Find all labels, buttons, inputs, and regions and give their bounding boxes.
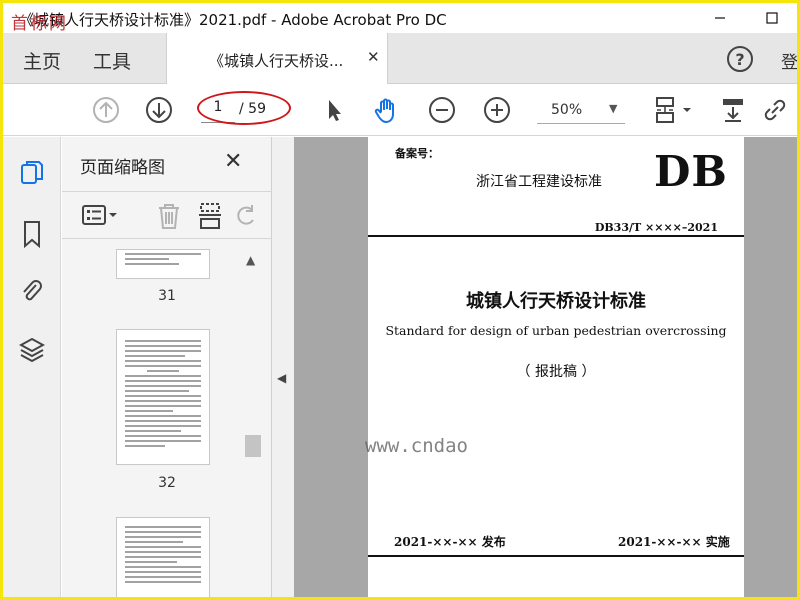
collapse-panel-icon[interactable]: ◀ xyxy=(277,371,286,385)
extract-pages-icon[interactable] xyxy=(198,202,222,230)
close-panel-icon[interactable]: ✕ xyxy=(224,149,242,174)
panel-toolbar xyxy=(62,191,272,239)
minimize-icon xyxy=(715,17,725,19)
standard-number: DB33/T ××××–2021 xyxy=(594,221,718,234)
help-icon[interactable]: ? xyxy=(727,46,753,72)
maximize-button[interactable] xyxy=(749,3,795,33)
thumbnail-page-33[interactable] xyxy=(116,517,210,597)
thumbnail-scrollbar[interactable]: ▲ xyxy=(244,247,262,597)
panel-title: 页面缩略图 xyxy=(80,158,165,178)
zoom-out-icon[interactable] xyxy=(428,96,456,124)
link-icon[interactable] xyxy=(761,96,789,124)
watermark-site: www.cndao xyxy=(365,435,468,457)
thumbnail-page-31[interactable] xyxy=(116,249,210,279)
title-bar: 《城镇人行天桥设计标准》2021.pdf - Adobe Acrobat Pro… xyxy=(3,3,797,34)
document-tab-label: 《城镇人行天桥设... xyxy=(209,52,344,70)
hand-tool-icon[interactable] xyxy=(372,96,400,124)
draft-label: （ 报批稿 ） xyxy=(516,364,596,380)
panel-collapse-strip: ◀ xyxy=(272,137,294,597)
thumbnail-label-31: 31 xyxy=(158,288,176,304)
close-tab-icon[interactable]: ✕ xyxy=(367,48,380,66)
maximize-icon xyxy=(766,12,778,24)
delete-icon[interactable] xyxy=(156,202,182,230)
pdf-page: 备案号： 浙江省工程建设标准 DB DB33/T ××××–2021 城镇人行天… xyxy=(368,137,744,597)
rotate-icon[interactable] xyxy=(234,202,258,230)
read-mode-icon[interactable] xyxy=(719,96,747,124)
issue-date: 2021-××-×× 发布 xyxy=(394,535,506,549)
app-window: 《城镇人行天桥设计标准》2021.pdf - Adobe Acrobat Pro… xyxy=(3,3,797,597)
page-thumbnails-icon[interactable] xyxy=(19,159,45,189)
next-page-icon[interactable] xyxy=(145,96,173,124)
signin-link[interactable]: 登 xyxy=(781,48,797,73)
tab-bar: 主页 工具 《城镇人行天桥设... ✕ ? 登 xyxy=(3,33,797,84)
footer-rule xyxy=(368,555,744,557)
document-subtitle: Standard for design of urban pedestrian … xyxy=(385,323,727,338)
bookmark-icon[interactable] xyxy=(19,219,45,249)
zoom-in-icon[interactable] xyxy=(483,96,511,124)
tab-tools[interactable]: 工具 xyxy=(93,47,131,74)
record-number: 备案号： xyxy=(395,147,439,160)
implement-date: 2021-××-×× 实施 xyxy=(618,535,730,549)
attachment-icon[interactable] xyxy=(19,277,45,307)
window-title: 《城镇人行天桥设计标准》2021.pdf - Adobe Acrobat Pro… xyxy=(19,11,447,29)
thumbnail-page-32[interactable] xyxy=(116,329,210,465)
layers-icon[interactable] xyxy=(19,335,45,365)
document-view[interactable]: 备案号： 浙江省工程建设标准 DB DB33/T ××××–2021 城镇人行天… xyxy=(294,137,797,597)
page-display-icon[interactable] xyxy=(653,96,697,124)
document-title: 城镇人行天桥设计标准 xyxy=(466,291,646,312)
tab-home[interactable]: 主页 xyxy=(23,47,61,74)
minimize-button[interactable] xyxy=(697,3,743,33)
chevron-down-icon: ▼ xyxy=(609,102,618,115)
tab-document[interactable]: 《城镇人行天桥设... ✕ xyxy=(166,33,388,84)
navigation-rail xyxy=(3,137,61,597)
toolbar: 1 / 59 50% ▼ xyxy=(3,84,797,136)
zoom-value: 50% xyxy=(551,102,583,118)
thumbnail-panel: 页面缩略图 ✕ 31 32 ▲ xyxy=(62,137,272,597)
db-mark: DB xyxy=(654,147,728,196)
watermark-logo: 首标网 xyxy=(11,14,68,34)
organization-name: 浙江省工程建设标准 xyxy=(476,174,602,190)
thumbnail-label-32: 32 xyxy=(158,475,176,491)
thumbnail-options-icon[interactable] xyxy=(82,204,118,228)
annotation-ellipse xyxy=(197,91,291,125)
zoom-select[interactable]: 50% ▼ xyxy=(537,98,625,124)
scroll-up-icon[interactable]: ▲ xyxy=(246,253,255,267)
previous-page-icon[interactable] xyxy=(92,96,120,124)
scroll-thumb[interactable] xyxy=(245,435,261,457)
select-cursor-icon[interactable] xyxy=(320,96,348,124)
header-rule xyxy=(368,235,744,237)
